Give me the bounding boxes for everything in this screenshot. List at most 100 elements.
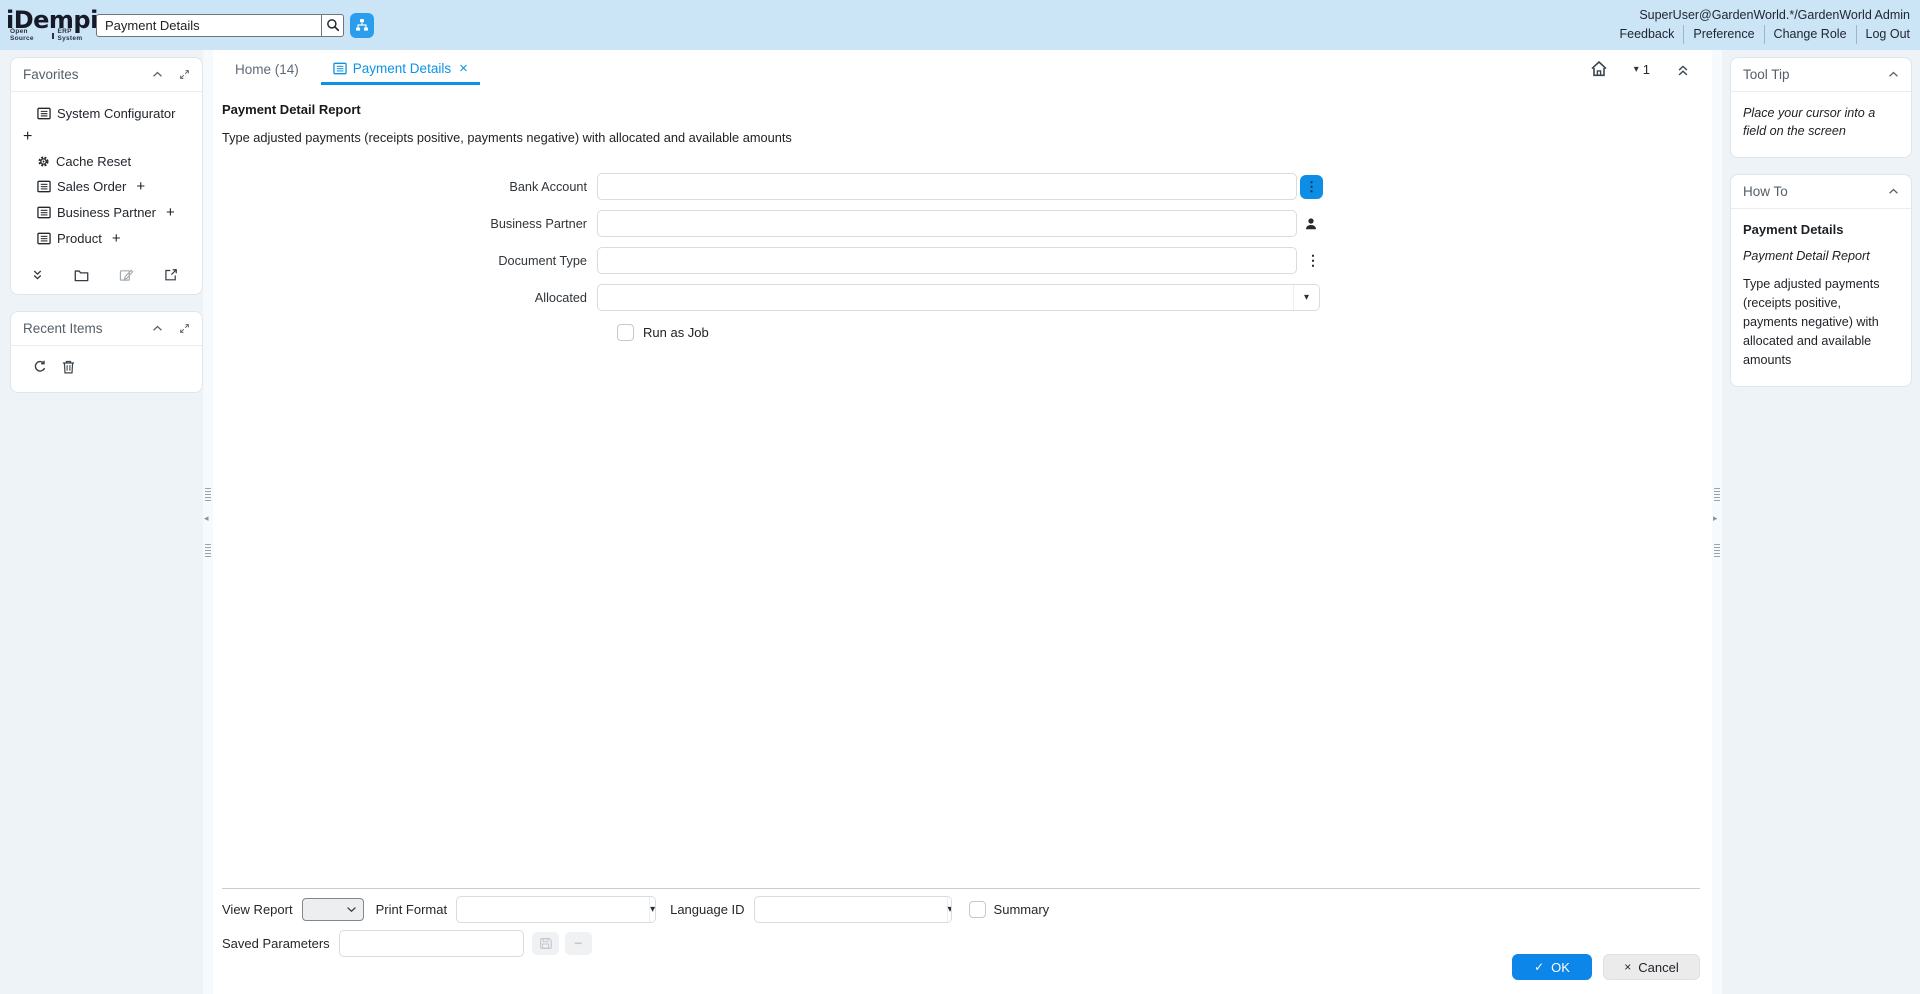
collapse-panel-icon[interactable] [1888, 188, 1899, 195]
left-splitter[interactable]: ◂ [203, 50, 213, 994]
document-type-input[interactable] [597, 247, 1297, 274]
top-bar: iDempiere Open Source ERP System SuperUs… [0, 0, 1920, 50]
main-content: Home (14) Payment Details × ▾ 1 Payment … [213, 50, 1712, 994]
minus-icon: − [574, 935, 583, 951]
collapse-panel-icon[interactable] [152, 325, 163, 332]
change-role-link[interactable]: Change Role [1763, 25, 1856, 45]
print-format-input[interactable] [457, 896, 650, 922]
tab-payment-details[interactable]: Payment Details × [320, 57, 480, 85]
trash-icon[interactable] [62, 360, 75, 374]
expand-panel-icon[interactable] [179, 69, 190, 80]
favorite-item-product[interactable]: Product + [23, 226, 194, 252]
collapse-panel-icon[interactable] [1888, 71, 1899, 78]
business-partner-lookup-icon[interactable] [1304, 217, 1318, 231]
left-sidebar: Favorites System Configurator + Cache Re… [0, 50, 203, 994]
favorite-add-icon[interactable]: + [136, 178, 145, 195]
save-icon [539, 937, 552, 950]
save-parameters-button[interactable] [531, 931, 559, 955]
search-input[interactable] [96, 13, 321, 37]
favorite-add-icon[interactable]: + [166, 204, 175, 221]
tool-tip-panel: Tool Tip Place your cursor into a field … [1730, 57, 1912, 158]
cancel-button-label: Cancel [1638, 959, 1679, 975]
print-format-combobox: ▾ [456, 895, 657, 923]
menu-lookup-button[interactable] [350, 12, 374, 38]
how-to-body-text: Type adjusted payments (receipts positiv… [1743, 277, 1880, 367]
language-id-dropdown-button[interactable]: ▾ [946, 896, 951, 922]
saved-parameters-label: Saved Parameters [222, 935, 330, 951]
chevron-down-icon: ▾ [1633, 64, 1639, 75]
favorite-item-cache-reset[interactable]: Cache Reset [23, 150, 194, 174]
right-splitter[interactable]: ▸ [1712, 50, 1722, 994]
favorite-add-icon[interactable]: + [23, 126, 194, 150]
ok-button-label: OK [1551, 959, 1570, 975]
report-description: Type adjusted payments (receipts positiv… [222, 130, 792, 145]
feedback-link[interactable]: Feedback [1610, 25, 1683, 44]
run-as-job-checkbox[interactable] [617, 324, 634, 341]
allocated-dropdown-button[interactable]: ▾ [1293, 285, 1319, 310]
ellipsis-vertical-icon: ⋮ [1305, 178, 1318, 194]
tool-tip-title: Tool Tip [1743, 67, 1790, 82]
folder-icon[interactable] [74, 269, 89, 282]
favorite-item-business-partner[interactable]: Business Partner + [23, 200, 194, 226]
view-report-select[interactable] [301, 897, 364, 921]
logo-tagline-divider [51, 32, 55, 39]
business-partner-input[interactable] [597, 210, 1297, 237]
how-to-title: How To [1743, 183, 1788, 199]
tab-home[interactable]: Home (14) [222, 58, 309, 85]
document-type-lookup-icon[interactable]: ⋮ [1306, 252, 1320, 269]
right-sidebar: Tool Tip Place your cursor into a field … [1722, 50, 1920, 994]
allocated-combobox: ▾ [597, 284, 1320, 311]
refresh-icon[interactable] [33, 360, 47, 374]
favorite-add-icon[interactable]: + [112, 230, 121, 247]
run-as-job-label: Run as Job [643, 325, 709, 340]
window-icon [37, 206, 51, 219]
bank-account-lookup-button[interactable]: ⋮ [1300, 174, 1323, 199]
tab-bar: Home (14) Payment Details × ▾ 1 [222, 50, 1712, 85]
favorite-label: Cache Reset [56, 154, 132, 169]
user-role-info: SuperUser@GardenWorld.*/GardenWorld Admi… [1639, 7, 1910, 22]
collapse-panel-icon[interactable] [152, 71, 163, 78]
collapse-left-icon[interactable]: ◂ [204, 513, 209, 524]
recent-items-panel: Recent Items [10, 311, 203, 393]
language-id-label: Language ID [670, 901, 745, 917]
saved-parameters-input[interactable] [339, 930, 523, 956]
allocated-input[interactable] [598, 285, 1293, 310]
window-icon [333, 62, 347, 75]
process-footer: View Report Print Format ▾ Language ID ▾ [222, 888, 1700, 980]
summary-checkbox[interactable] [968, 900, 986, 918]
home-icon[interactable] [1590, 60, 1608, 85]
chevron-down-icon: ▾ [948, 904, 951, 915]
expand-panel-icon[interactable] [179, 323, 190, 334]
share-icon[interactable] [164, 268, 178, 282]
check-icon: ✓ [1534, 960, 1545, 974]
global-search [96, 13, 344, 37]
favorites-title: Favorites [23, 67, 79, 82]
search-button[interactable] [321, 13, 344, 37]
how-to-heading: Payment Details [1743, 221, 1844, 237]
edit-icon[interactable] [119, 268, 134, 282]
recent-items-title: Recent Items [23, 321, 103, 336]
tool-tip-text: Place your cursor into a field on the sc… [1743, 106, 1876, 139]
preference-link[interactable]: Preference [1683, 25, 1763, 45]
close-tab-icon[interactable]: × [459, 61, 468, 76]
favorite-label: Sales Order [57, 179, 127, 194]
favorite-label: Business Partner [57, 205, 156, 220]
window-count-dropdown[interactable]: ▾ 1 [1634, 62, 1650, 85]
logout-link[interactable]: Log Out [1855, 25, 1910, 45]
favorite-item-sales-order[interactable]: Sales Order + [23, 174, 194, 200]
expand-all-icon[interactable] [31, 269, 44, 282]
splitter-grip [205, 488, 211, 501]
ok-button[interactable]: ✓ OK [1512, 954, 1592, 980]
separator-line [222, 888, 1700, 889]
cancel-button[interactable]: × Cancel [1603, 954, 1700, 980]
chevron-down-icon [346, 906, 356, 912]
print-format-dropdown-button[interactable]: ▾ [649, 896, 656, 922]
collapse-right-icon[interactable]: ▸ [1713, 513, 1718, 524]
language-id-input[interactable] [754, 896, 947, 922]
favorite-label: System Configurator [57, 106, 176, 121]
delete-parameters-button[interactable]: − [564, 931, 592, 955]
favorite-item-system-configurator[interactable]: System Configurator [23, 102, 194, 126]
logo-tagline-right: ERP System [57, 28, 83, 42]
bank-account-input[interactable] [597, 173, 1297, 200]
collapse-all-icon[interactable] [1676, 64, 1690, 85]
